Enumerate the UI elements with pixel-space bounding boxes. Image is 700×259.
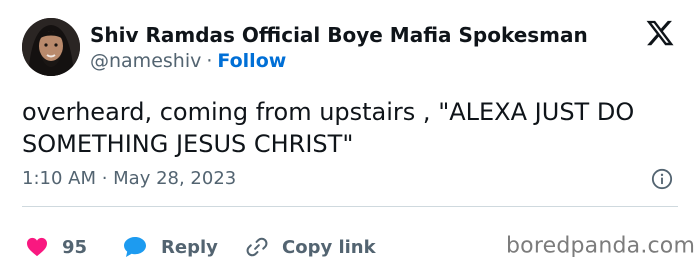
follow-button[interactable]: Follow bbox=[217, 50, 286, 72]
avatar[interactable] bbox=[22, 18, 80, 76]
reply-bubble-icon bbox=[124, 237, 146, 257]
copy-link-label: Copy link bbox=[282, 236, 376, 258]
avatar-image bbox=[22, 18, 80, 76]
heart-icon bbox=[27, 237, 47, 257]
reply-label: Reply bbox=[161, 236, 218, 258]
tweet-text: overheard, coming from upstairs , "ALEXA… bbox=[22, 98, 635, 158]
reply-button[interactable]: Reply bbox=[123, 235, 218, 259]
author-handle[interactable]: @nameshiv bbox=[90, 50, 201, 72]
info-icon[interactable] bbox=[651, 168, 673, 190]
x-logo-icon[interactable] bbox=[645, 18, 675, 48]
link-icon bbox=[246, 237, 268, 257]
copy-link-button[interactable]: Copy link bbox=[246, 235, 376, 259]
tweet-timestamp[interactable]: 1:10 AM · May 28, 2023 bbox=[22, 168, 236, 189]
watermark: boredpanda.com bbox=[506, 233, 696, 259]
like-button[interactable]: 95 bbox=[26, 235, 87, 259]
like-count: 95 bbox=[62, 236, 88, 258]
handle-separator: · bbox=[206, 50, 213, 72]
author-name[interactable]: Shiv Ramdas Official Boye Mafia Spokesma… bbox=[90, 23, 588, 47]
handle-row: @nameshiv · Follow bbox=[90, 50, 286, 72]
tweet-card: Shiv Ramdas Official Boye Mafia Spokesma… bbox=[0, 0, 700, 259]
divider bbox=[22, 206, 678, 207]
